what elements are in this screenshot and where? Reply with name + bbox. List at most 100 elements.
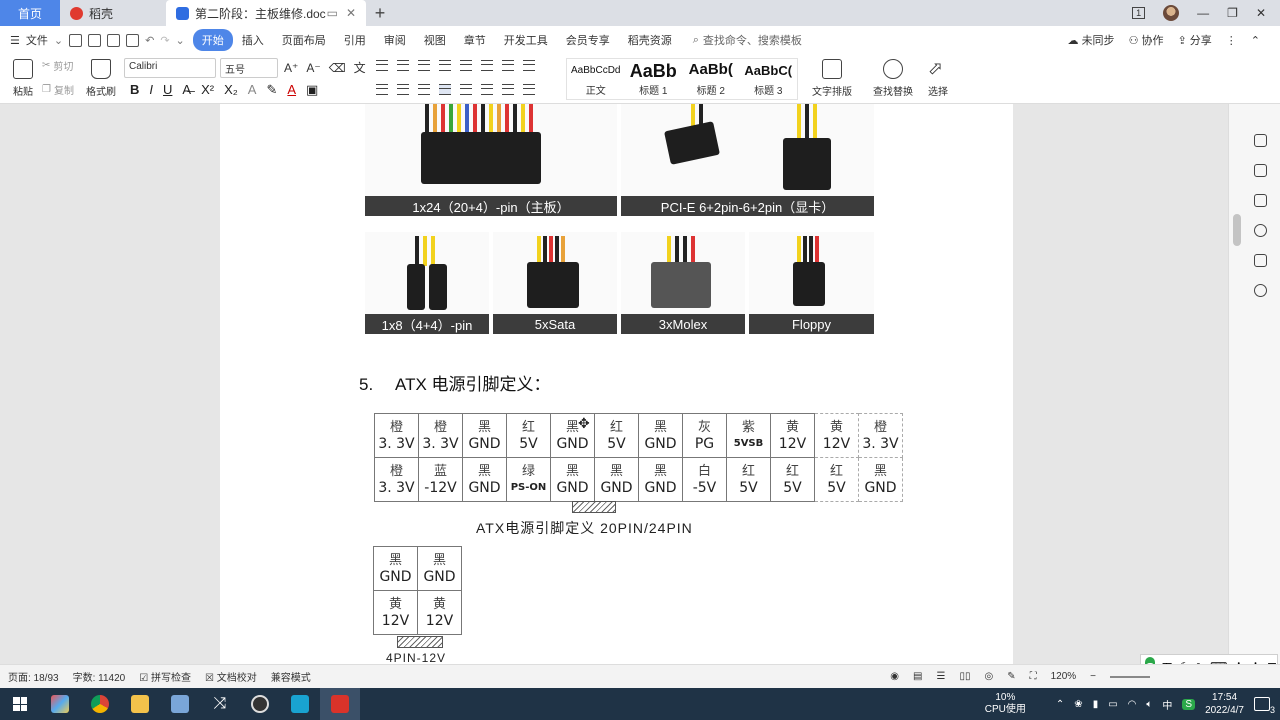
export-pdf-icon[interactable] <box>88 33 102 47</box>
page-indicator[interactable]: 页面: 18/93 <box>8 669 59 684</box>
tray-expand-icon[interactable]: ⌃ <box>1056 699 1064 710</box>
fit-page-icon[interactable]: ⛶ <box>1030 671 1037 682</box>
user-avatar[interactable] <box>1163 5 1180 21</box>
volume-icon[interactable]: 🔈︎ <box>1146 699 1152 710</box>
menu-member[interactable]: 会员专享 <box>557 28 619 52</box>
outline-view-icon[interactable]: ☰ <box>936 671 945 682</box>
image-tool-icon[interactable] <box>1254 254 1267 267</box>
hamburger-icon[interactable]: ☰ <box>10 34 20 47</box>
borders-icon[interactable] <box>523 84 535 95</box>
phonetic-icon[interactable]: 文 <box>354 59 366 76</box>
superscript-icon[interactable]: X² <box>201 82 214 98</box>
zoom-slider[interactable] <box>1110 675 1150 678</box>
highlight-icon[interactable]: ✎ <box>266 82 277 98</box>
style-heading-1[interactable]: AaBb 标题 1 <box>625 59 683 99</box>
save-icon[interactable] <box>69 33 83 47</box>
sort-icon[interactable] <box>481 60 493 71</box>
taskbar-app-shuffle[interactable]: ⤨ <box>200 688 240 720</box>
new-tab-button[interactable]: + <box>366 0 394 26</box>
taskbar-app-obs[interactable] <box>240 688 280 720</box>
settings-sliders-icon[interactable] <box>1254 194 1267 207</box>
reading-view-icon[interactable]: ▯▯ <box>959 671 970 682</box>
font-name-select[interactable]: Calibri <box>124 58 216 78</box>
print-preview-icon[interactable] <box>126 33 140 47</box>
decrease-indent-icon[interactable] <box>418 60 430 71</box>
shrink-font-icon[interactable]: A⁻ <box>306 61 320 75</box>
grow-font-icon[interactable]: A⁺ <box>284 61 298 75</box>
subscript-icon[interactable]: X₂ <box>224 82 238 98</box>
format-painter-button[interactable]: 格式刷 <box>84 56 118 100</box>
print-icon[interactable] <box>107 33 121 47</box>
taskbar-app-explorer[interactable] <box>120 688 160 720</box>
paste-button[interactable]: 粘贴 <box>6 56 40 100</box>
menu-insert[interactable]: 插入 <box>233 28 273 52</box>
distribute-icon[interactable] <box>460 84 472 95</box>
start-button[interactable] <box>0 697 40 711</box>
eye-protect-icon[interactable]: ◉ <box>890 671 899 682</box>
collapse-ribbon-icon[interactable]: ⌃ <box>1251 34 1260 47</box>
writing-mode-icon[interactable]: ✎ <box>1007 671 1015 682</box>
taskbar-app-chrome[interactable] <box>80 688 120 720</box>
zoom-level[interactable]: 120% <box>1051 671 1077 682</box>
menu-developer[interactable]: 开发工具 <box>495 28 557 52</box>
font-color-icon[interactable]: A <box>287 82 296 98</box>
align-left-icon[interactable] <box>376 84 388 95</box>
menu-start[interactable]: 开始 <box>192 29 233 51</box>
tray-sogou-icon[interactable]: S <box>1182 698 1196 710</box>
vertical-scrollbar-thumb[interactable] <box>1233 214 1241 246</box>
taskbar-app-paint[interactable] <box>40 688 80 720</box>
menu-daoke-resources[interactable]: 稻壳资源 <box>619 28 681 52</box>
close-window-icon[interactable]: ✕ <box>1256 6 1266 20</box>
font-size-select[interactable]: 五号 <box>220 58 278 78</box>
clear-format-icon[interactable]: ⌫ <box>329 61 346 75</box>
cut-button[interactable]: ✂ 剪切 <box>42 58 73 73</box>
page-view-icon[interactable]: ▤ <box>913 671 922 682</box>
bold-icon[interactable]: B <box>130 82 139 98</box>
select-pointer-icon[interactable] <box>1254 164 1267 177</box>
align-center-icon[interactable] <box>397 84 409 95</box>
restore-icon[interactable]: ❐ <box>1227 6 1238 20</box>
collab-button[interactable]: ⚇ 协作 <box>1129 32 1164 48</box>
strikethrough-icon[interactable]: A̶ <box>182 82 191 98</box>
more-icon[interactable]: ⋮ <box>1226 34 1237 47</box>
text-effect-icon[interactable]: A <box>248 82 257 98</box>
tray-drive-icon[interactable]: ▭ <box>1108 699 1117 710</box>
ime-indicator[interactable]: 中 <box>1162 697 1172 712</box>
section-heading[interactable]: 5. ATX 电源引脚定义： <box>359 370 551 395</box>
taskbar-app-image-viewer[interactable] <box>160 688 200 720</box>
wifi-icon[interactable]: ◠ <box>1128 699 1137 710</box>
file-menu[interactable]: 文件 <box>26 32 48 48</box>
shading-icon[interactable] <box>502 84 514 95</box>
tab-float-icon[interactable]: ▭ <box>327 6 338 20</box>
tab-document[interactable]: 第二阶段：主板维修.doc ▭ ✕ <box>166 0 366 26</box>
chinese-layout-icon[interactable] <box>460 60 472 71</box>
char-border-icon[interactable]: ▣ <box>306 82 318 98</box>
italic-icon[interactable]: I <box>149 82 153 98</box>
clock[interactable]: 17:54 2022/4/7 <box>1205 691 1244 717</box>
taskbar-app-wps[interactable] <box>320 688 360 720</box>
customize-chevron-icon[interactable]: ⌄ <box>176 34 185 47</box>
tab-daoke[interactable]: 稻壳 <box>60 0 166 26</box>
show-marks-icon[interactable] <box>502 60 514 71</box>
style-heading-2[interactable]: AaBb( 标题 2 <box>682 59 740 99</box>
command-search[interactable]: ⌕ 查找命令、搜索模板 <box>693 32 802 48</box>
tray-app-icon[interactable]: ❀ <box>1074 699 1082 710</box>
select-button[interactable]: ⬀ 选择 <box>922 56 954 100</box>
menu-review[interactable]: 审阅 <box>375 28 415 52</box>
increase-indent-icon[interactable] <box>439 60 451 71</box>
spell-check-button[interactable]: ☑ 拼写检查 <box>139 669 191 684</box>
minimize-icon[interactable]: — <box>1197 6 1209 20</box>
tray-usb-icon[interactable]: ▮ <box>1093 699 1099 710</box>
edit-pen-icon[interactable] <box>1254 134 1267 147</box>
tab-home[interactable]: 首页 <box>0 0 60 26</box>
window-count-icon[interactable]: 1 <box>1132 7 1146 19</box>
zoom-out-icon[interactable]: − <box>1090 671 1096 682</box>
word-count[interactable]: 字数: 11420 <box>73 669 126 684</box>
sync-button[interactable]: ☁ 未同步 <box>1068 32 1115 48</box>
copy-button[interactable]: ❐ 复制 <box>42 82 74 97</box>
style-normal[interactable]: AaBbCcDd 正文 <box>567 59 625 99</box>
help-icon[interactable] <box>1254 224 1267 237</box>
location-icon[interactable] <box>1254 284 1267 297</box>
menu-view[interactable]: 视图 <box>415 28 455 52</box>
menu-chapter[interactable]: 章节 <box>455 28 495 52</box>
